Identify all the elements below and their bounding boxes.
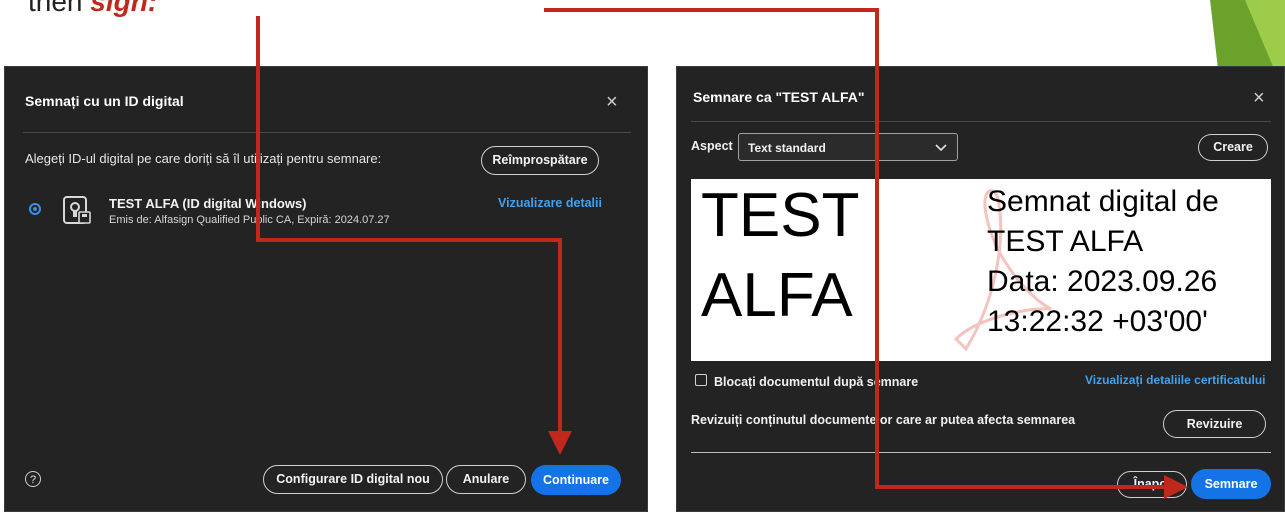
signature-name-line1: TEST bbox=[701, 181, 860, 250]
signature-name-line2: ALFA bbox=[701, 261, 853, 330]
signature-info-line3: Data: 2023.09.26 bbox=[987, 265, 1218, 298]
caption-suffix: : bbox=[147, 0, 158, 17]
footer-divider bbox=[691, 452, 1271, 453]
signature-preview: TEST ALFA Semnat digital de TEST ALFA Da… bbox=[691, 179, 1271, 361]
caption-prefix: then bbox=[28, 0, 91, 17]
select-digital-id-dialog: Semnați cu un ID digital × Alegeți ID-ul… bbox=[4, 66, 648, 512]
sign-as-dialog: Semnare ca "TEST ALFA" × Aspect Text sta… bbox=[676, 66, 1285, 512]
cancel-button[interactable]: Anulare bbox=[446, 465, 526, 494]
signature-info-line4: 13:22:32 +03'00' bbox=[987, 305, 1208, 338]
review-content-text: Revizuiți conținutul documentelor care a… bbox=[691, 413, 1076, 427]
close-icon[interactable]: × bbox=[1253, 88, 1265, 108]
help-icon[interactable]: ? bbox=[25, 471, 41, 487]
signature-info-line2: TEST ALFA bbox=[987, 225, 1144, 258]
aspect-select[interactable]: Text standard bbox=[738, 133, 958, 161]
digital-id-list-item[interactable]: TEST ALFA (ID digital Windows) Emis de: … bbox=[25, 192, 625, 232]
caption-emphasis: sign bbox=[90, 0, 148, 17]
id-issuer: Emis de: Alfasign Qualified Public CA, E… bbox=[109, 214, 390, 226]
continue-button[interactable]: Continuare bbox=[531, 465, 621, 495]
chevron-down-icon bbox=[935, 144, 947, 152]
back-button[interactable]: Înapoi bbox=[1117, 471, 1187, 498]
dialog-title: Semnare ca "TEST ALFA" bbox=[693, 89, 865, 105]
title-divider bbox=[691, 121, 1271, 122]
lock-document-checkbox[interactable] bbox=[695, 374, 707, 386]
refresh-button[interactable]: Reîmprospătare bbox=[481, 146, 599, 175]
configure-new-id-button[interactable]: Configurare ID digital nou bbox=[263, 465, 443, 494]
choose-id-prompt: Alegeți ID-ul digital pe care doriți să … bbox=[25, 151, 382, 166]
review-button[interactable]: Revizuire bbox=[1163, 410, 1266, 438]
id-name: TEST ALFA (ID digital Windows) bbox=[109, 196, 307, 211]
certificate-card-icon bbox=[63, 196, 91, 224]
slide-caption: then sign: bbox=[28, 0, 157, 18]
radio-selected[interactable] bbox=[29, 203, 41, 215]
view-details-link[interactable]: Vizualizare detalii bbox=[498, 196, 602, 210]
dialog-title: Semnați cu un ID digital bbox=[25, 93, 184, 109]
signature-info-line1: Semnat digital de bbox=[987, 185, 1219, 218]
lock-document-label: Blocați documentul după semnare bbox=[714, 375, 919, 389]
sign-button[interactable]: Semnare bbox=[1191, 469, 1271, 499]
aspect-value: Text standard bbox=[748, 141, 826, 155]
create-button[interactable]: Creare bbox=[1198, 134, 1268, 161]
aspect-label: Aspect bbox=[691, 139, 733, 153]
close-icon[interactable]: × bbox=[606, 92, 618, 112]
title-divider bbox=[23, 132, 631, 133]
view-certificate-details-link[interactable]: Vizualizați detaliile certificatului bbox=[1085, 373, 1266, 387]
